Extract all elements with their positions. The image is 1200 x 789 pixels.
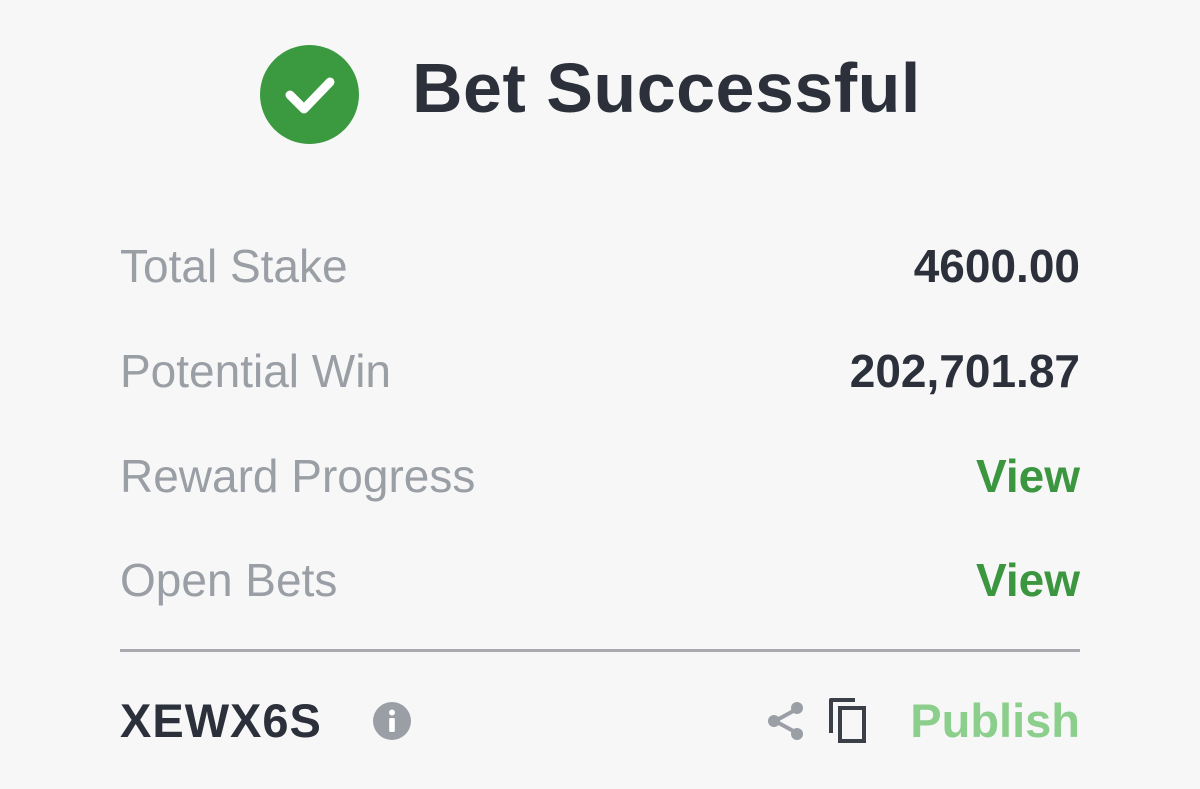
total-stake-value: 4600.00 — [913, 240, 1080, 292]
open-bets-view-link[interactable]: View — [976, 540, 1080, 620]
open-bets-row: Open Bets View — [120, 540, 1080, 620]
info-icon[interactable] — [373, 702, 411, 740]
total-stake-row: Total Stake 4600.00 — [120, 226, 1080, 306]
check-circle-icon — [260, 45, 359, 144]
publish-button[interactable]: Publish — [910, 680, 1080, 762]
potential-win-row: Potential Win 202,701.87 — [120, 331, 1080, 411]
booking-footer: XEWX6S Publish — [120, 680, 1080, 762]
potential-win-value: 202,701.87 — [849, 345, 1080, 397]
potential-win-label: Potential Win — [120, 345, 392, 397]
total-stake-label: Total Stake — [120, 240, 348, 292]
section-divider — [120, 649, 1080, 652]
success-header: Bet Successful — [0, 0, 1200, 180]
share-icon[interactable] — [765, 699, 809, 743]
page-title: Bet Successful — [412, 49, 921, 127]
reward-progress-view-link[interactable]: View — [976, 436, 1080, 516]
reward-progress-row: Reward Progress View — [120, 436, 1080, 516]
open-bets-label: Open Bets — [120, 554, 338, 606]
booking-code: XEWX6S — [120, 694, 322, 747]
copy-icon[interactable] — [825, 696, 873, 746]
reward-progress-label: Reward Progress — [120, 450, 476, 502]
